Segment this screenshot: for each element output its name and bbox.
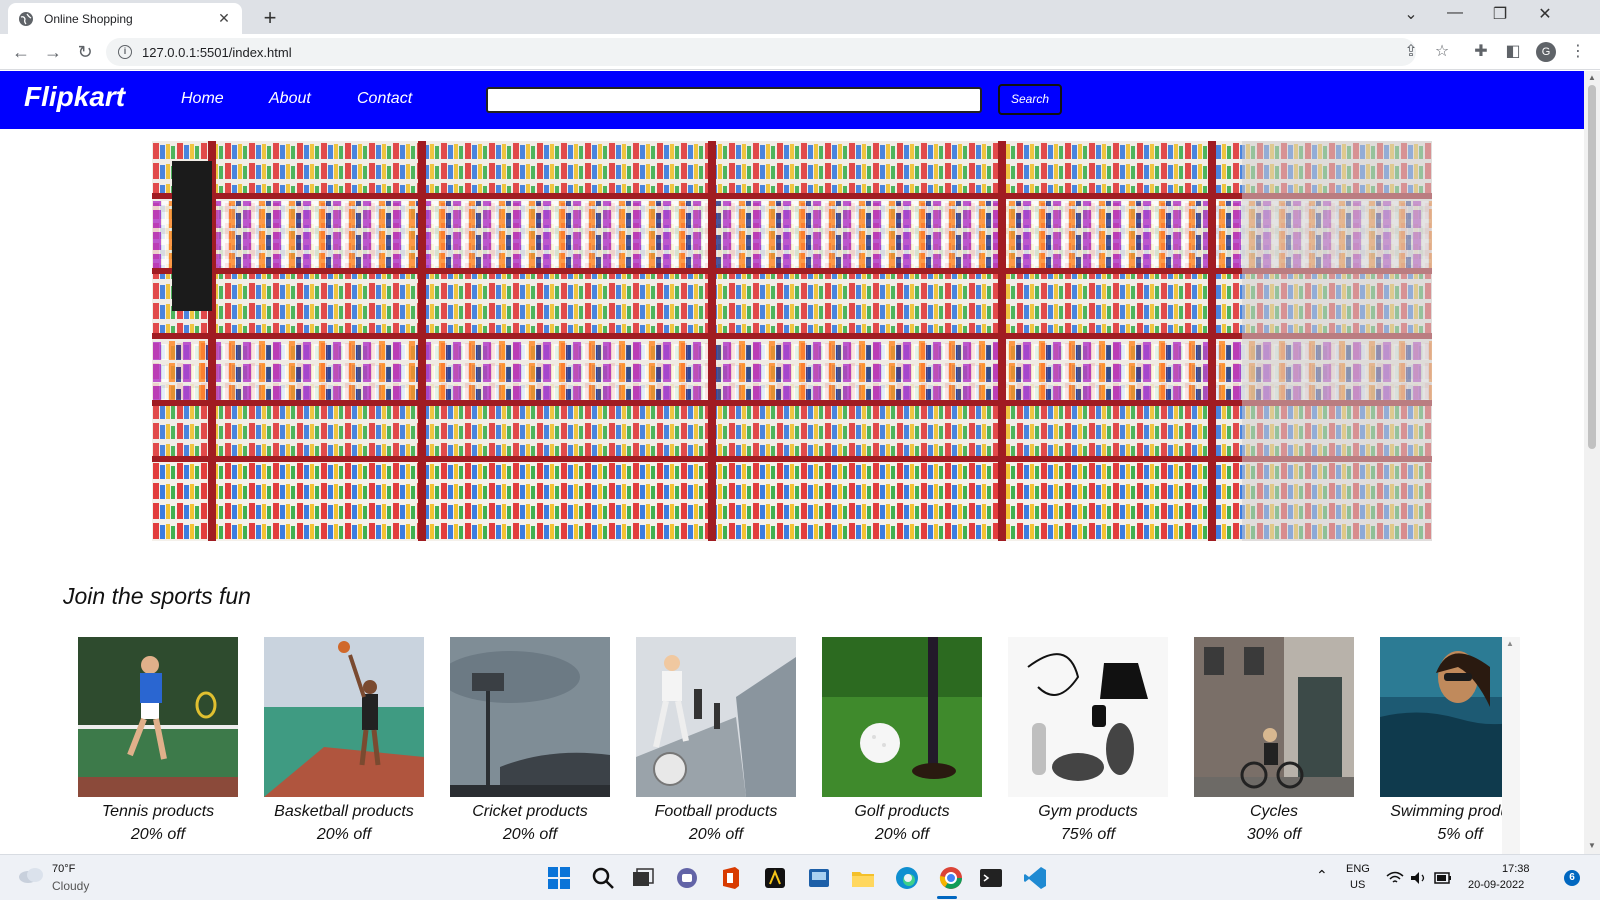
edge-browser-icon[interactable] [893, 864, 921, 892]
notification-badge[interactable]: 6 [1564, 870, 1580, 886]
notion-like-app-icon[interactable] [761, 864, 789, 892]
page-viewport: Flipkart Home About Contact Search Join … [0, 71, 1584, 854]
scroll-up-arrow-icon[interactable]: ▲ [1506, 639, 1514, 648]
hero-banner-image [152, 141, 1432, 541]
teams-chat-icon[interactable] [673, 864, 701, 892]
product-name: Tennis products [101, 803, 215, 820]
product-name: Gym products [1038, 803, 1138, 820]
bookmark-star-icon[interactable]: ☆ [1431, 41, 1453, 63]
weather-condition[interactable]: Cloudy [52, 879, 89, 893]
page-scrollbar[interactable]: ▲ ▼ [1584, 71, 1600, 854]
chrome-browser-icon[interactable] [937, 864, 965, 892]
golf-product-image [822, 637, 982, 797]
scroll-up-arrow-icon[interactable]: ▲ [1588, 73, 1596, 82]
product-discount: 30% off [1246, 826, 1302, 843]
product-discount: 20% off [130, 826, 186, 843]
product-name: Basketball products [274, 803, 414, 820]
restore-button[interactable]: ❐ [1487, 4, 1513, 24]
info-icon[interactable]: i [118, 45, 132, 59]
product-name: Cycles [1249, 803, 1298, 820]
tennis-product-image [78, 637, 238, 797]
tab-search-icon[interactable]: ⌄ [1398, 4, 1424, 24]
side-panel-icon[interactable]: ◧ [1502, 41, 1524, 63]
product-discount: 20% off [502, 826, 558, 843]
carousel-scrollbar[interactable]: ▲ [1502, 637, 1520, 854]
volume-icon[interactable] [1410, 871, 1428, 885]
extensions-icon[interactable]: ✚ [1470, 41, 1492, 63]
profile-avatar[interactable]: G [1536, 42, 1556, 62]
windows-start-icon[interactable] [545, 864, 573, 892]
product-card-golf[interactable]: Golf products 20% off [822, 637, 982, 844]
product-card-gym[interactable]: Gym products 75% off [1008, 637, 1168, 844]
search-button[interactable]: Search [998, 84, 1062, 115]
swimming-product-image [1380, 637, 1520, 797]
close-tab-icon[interactable]: ✕ [216, 10, 232, 27]
minimize-button[interactable]: — [1442, 4, 1468, 22]
back-button[interactable]: ← [9, 40, 33, 64]
show-hidden-icons-icon[interactable]: ⌃ [1316, 867, 1328, 884]
nav-link-contact[interactable]: Contact [357, 90, 412, 108]
product-card-cycles[interactable]: Cycles 30% off [1194, 637, 1354, 844]
os-taskbar: 70°F Cloudy ⌃ ENG US 17:38 20-09-2022 6 [0, 854, 1600, 900]
gym-product-image [1008, 637, 1168, 797]
scroll-down-arrow-icon[interactable]: ▼ [1588, 841, 1596, 850]
cloudy-weather-icon [19, 868, 43, 883]
url-bar[interactable]: i 127.0.0.1:5501/index.html [106, 38, 1416, 66]
product-card-tennis[interactable]: Tennis products 20% off [78, 637, 238, 844]
site-logo[interactable]: Flipkart [24, 81, 125, 113]
reload-button[interactable]: ↻ [73, 40, 97, 64]
cycles-product-image [1194, 637, 1354, 797]
product-card-swimming[interactable]: Swimming products 5% off [1380, 637, 1520, 844]
browser-tab[interactable]: Online Shopping ✕ [8, 3, 242, 34]
browser-tab-bar: Online Shopping ✕ + ⌄ — ❐ ✕ [0, 0, 1600, 34]
task-view-icon[interactable] [629, 864, 657, 892]
product-name: Swimming products [1390, 803, 1520, 820]
scrollbar-thumb[interactable] [1588, 85, 1596, 449]
terminal-icon[interactable] [977, 864, 1005, 892]
weather-temperature[interactable]: 70°F [52, 863, 75, 875]
section-title: Join the sports fun [63, 583, 251, 609]
supermarket-aisles-illustration [152, 141, 1432, 541]
cricket-product-image [450, 637, 610, 797]
product-card-cricket[interactable]: Cricket products 20% off [450, 637, 610, 844]
nav-link-about[interactable]: About [269, 90, 311, 108]
region-indicator[interactable]: US [1350, 879, 1365, 891]
product-discount: 20% off [316, 826, 372, 843]
forward-button[interactable]: → [41, 40, 65, 64]
product-name: Football products [654, 803, 778, 820]
menu-kebab-icon[interactable]: ⋮ [1567, 41, 1589, 63]
product-discount: 5% off [1437, 826, 1483, 843]
product-discount: 75% off [1060, 826, 1116, 843]
url-text: 127.0.0.1:5501/index.html [142, 44, 292, 60]
share-icon[interactable]: ⇪ [1400, 41, 1422, 63]
site-navbar: Flipkart Home About Contact Search [0, 71, 1584, 129]
active-app-indicator [937, 896, 957, 899]
battery-icon[interactable] [1434, 872, 1452, 884]
close-window-button[interactable]: ✕ [1532, 4, 1558, 24]
vscode-icon[interactable] [1021, 864, 1049, 892]
product-card-basketball[interactable]: Basketball products 20% off [264, 637, 424, 844]
clock-date[interactable]: 20-09-2022 [1468, 879, 1524, 891]
product-carousel: Tennis products 20% off Basketball produ… [78, 637, 1520, 854]
product-discount: 20% off [688, 826, 744, 843]
product-card-football[interactable]: Football products 20% off [636, 637, 796, 844]
basketball-product-image [264, 637, 424, 797]
tab-title: Online Shopping [44, 11, 133, 26]
nav-link-home[interactable]: Home [181, 90, 224, 108]
office-icon[interactable] [717, 864, 745, 892]
search-input[interactable] [486, 87, 982, 113]
product-name: Golf products [854, 803, 950, 820]
file-explorer-icon[interactable] [849, 864, 877, 892]
new-tab-button[interactable]: + [258, 5, 282, 31]
address-toolbar: ← → ↻ i 127.0.0.1:5501/index.html ⇪ ☆ ✚ … [0, 34, 1600, 70]
clock-time[interactable]: 17:38 [1502, 863, 1530, 875]
search-icon[interactable] [589, 864, 617, 892]
globe-icon [19, 11, 33, 26]
football-product-image [636, 637, 796, 797]
product-discount: 20% off [874, 826, 930, 843]
product-name: Cricket products [472, 803, 588, 820]
photo-viewer-icon[interactable] [805, 864, 833, 892]
wifi-icon[interactable] [1386, 871, 1404, 885]
language-indicator[interactable]: ENG [1346, 863, 1370, 875]
